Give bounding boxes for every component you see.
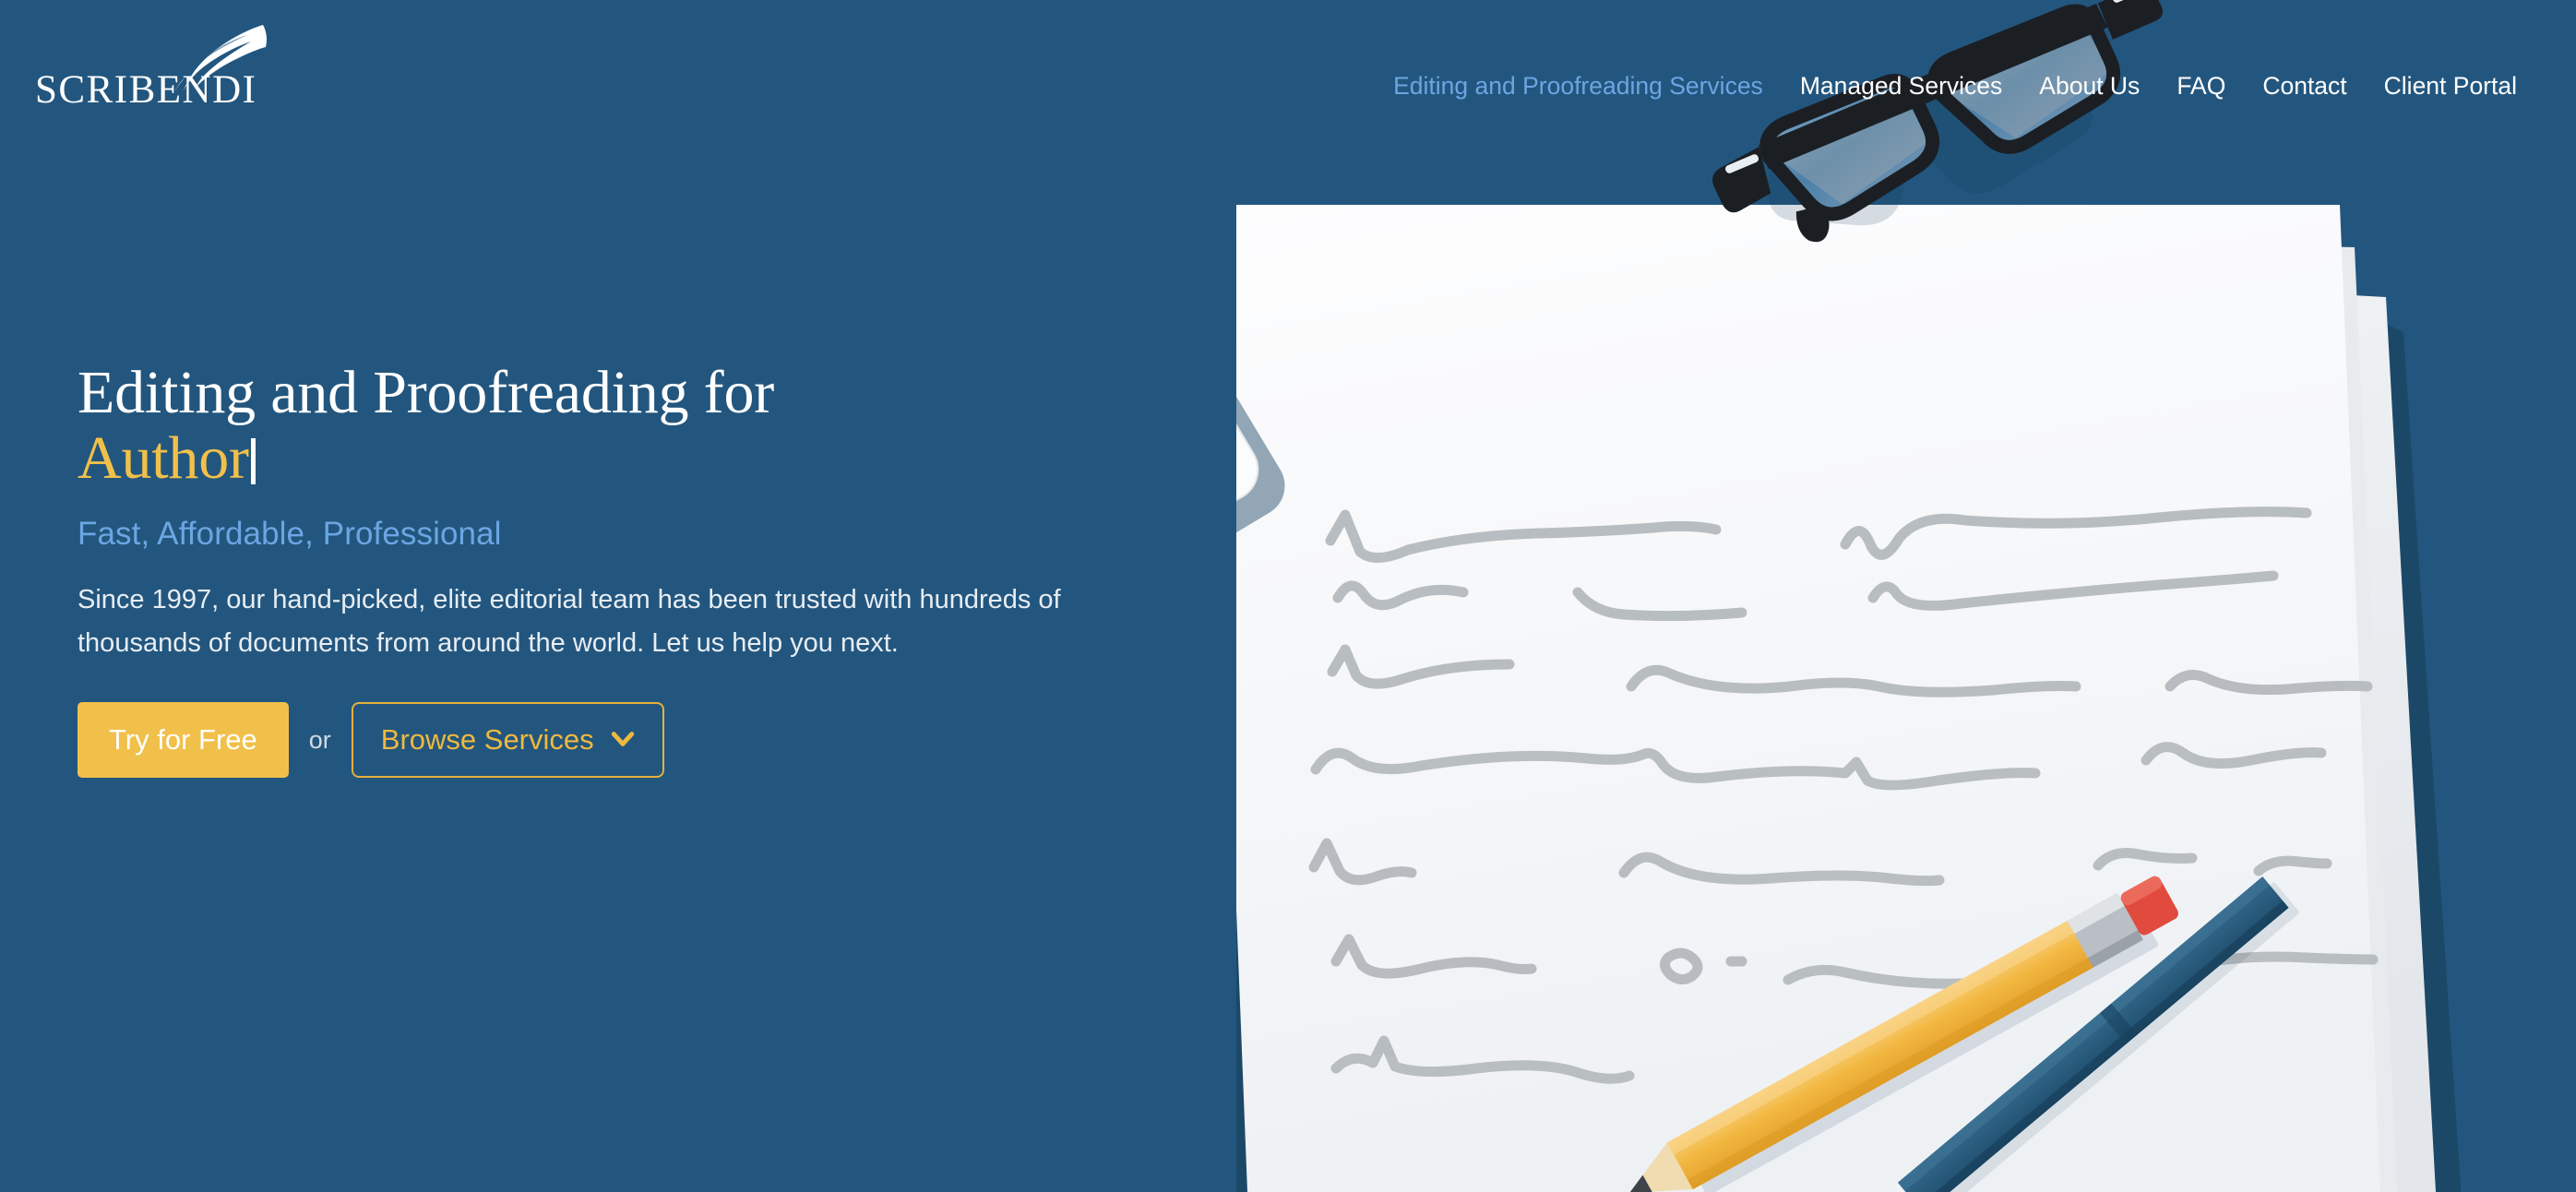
typing-caret-icon — [250, 438, 256, 484]
hero-subtitle: Fast, Affordable, Professional — [78, 516, 502, 552]
hero-copy: Editing and Proofreading for Author Fast… — [78, 360, 1148, 778]
browse-services-label: Browse Services — [380, 723, 594, 756]
nav-item-managed-services[interactable]: Managed Services — [1782, 70, 2021, 101]
site-header: Scribendi Editing and Proofreading Servi… — [0, 0, 2576, 164]
try-for-free-button[interactable]: Try for Free — [78, 702, 289, 778]
browse-services-button[interactable]: Browse Services — [351, 702, 664, 778]
nav-item-contact[interactable]: Contact — [2244, 70, 2365, 101]
cta-separator-label: or — [308, 725, 331, 754]
nav-item-faq[interactable]: FAQ — [2158, 70, 2244, 101]
main-navigation: Editing and Proofreading Services Manage… — [1375, 70, 2535, 101]
hero-paragraph: Since 1997, our hand-picked, elite edito… — [78, 585, 1061, 658]
hero-headline-accent-word: Author — [78, 424, 249, 492]
chevron-down-icon — [611, 725, 635, 749]
brand-wordmark: Scribendi — [35, 53, 257, 115]
hero-headline: Editing and Proofreading for Author — [78, 360, 1148, 491]
hero-headline-line1: Editing and Proofreading for — [78, 359, 775, 426]
nav-item-editing-and-proofreading-services[interactable]: Editing and Proofreading Services — [1375, 70, 1782, 101]
nav-item-client-portal[interactable]: Client Portal — [2366, 70, 2535, 101]
nav-item-about-us[interactable]: About Us — [2021, 70, 2158, 101]
hero-cta-group: Try for Free or Browse Services — [78, 702, 1148, 778]
hero-section: Editing and Proofreading for Author Fast… — [0, 0, 2576, 1192]
desk-scene-illustration — [1236, 0, 2576, 1192]
brand-logo[interactable]: Scribendi — [35, 20, 340, 131]
